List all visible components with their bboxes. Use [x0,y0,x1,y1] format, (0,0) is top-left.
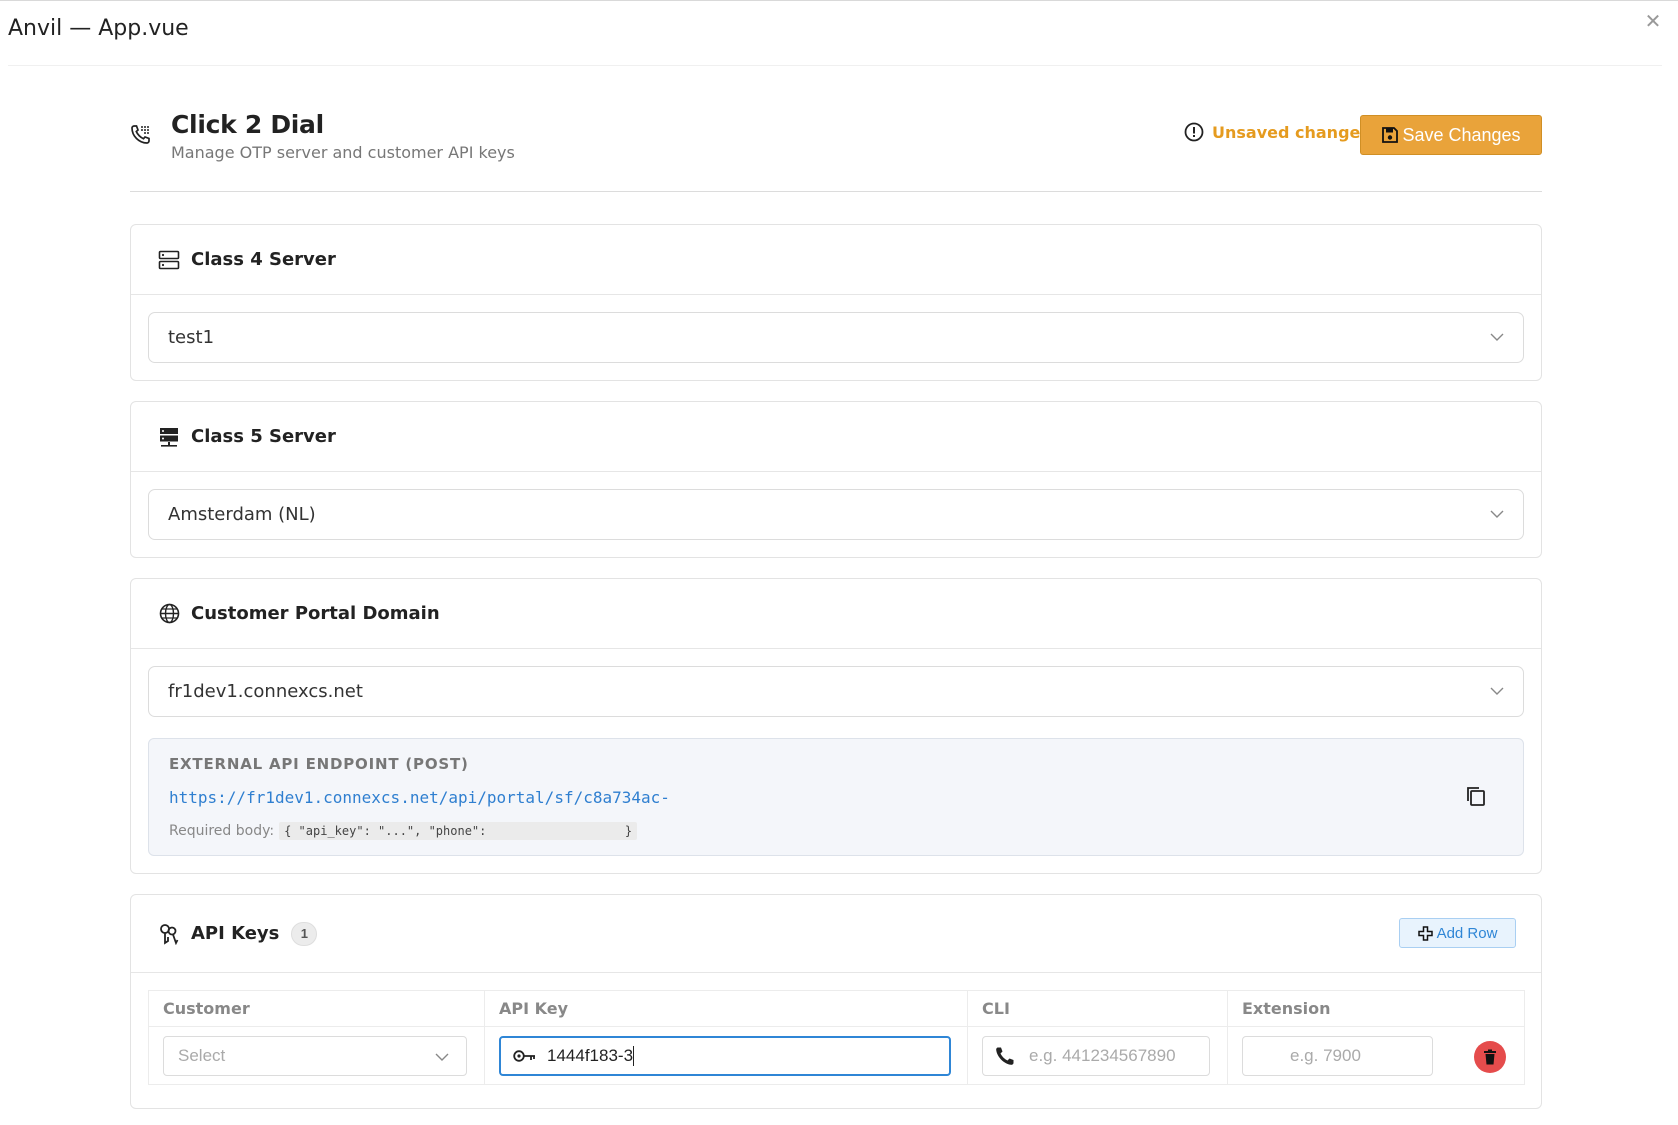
key-icon [513,1045,537,1067]
required-body-code: { "api_key": "...", "phone": } [279,822,638,840]
delete-row-button[interactable] [1474,1041,1506,1073]
title-divider [8,65,1662,66]
class4-server-card: Class 4 Server test1 [130,224,1542,381]
class5-server-label: Class 5 Server [191,426,336,447]
portal-domain-select[interactable]: fr1dev1.connexcs.net [148,666,1524,717]
globe-icon [158,603,180,625]
server-stack-icon [158,426,180,448]
column-header-extension: Extension [1227,990,1525,1027]
api-key-input[interactable]: 1444f183-3 [499,1035,951,1076]
alert-circle-icon [1184,122,1204,142]
class4-server-header: Class 4 Server [131,225,1541,295]
customer-portal-label: Customer Portal Domain [191,603,440,624]
save-changes-label: Save Changes [1402,124,1521,145]
text-cursor [633,1045,635,1066]
server-icon [158,249,180,271]
class5-server-select[interactable]: Amsterdam (NL) [148,489,1524,540]
customer-portal-header: Customer Portal Domain [131,579,1541,649]
column-header-customer: Customer [148,990,485,1027]
trash-icon [1484,1049,1496,1065]
class5-server-value: Amsterdam (NL) [168,504,316,525]
phone-keypad-icon [131,125,150,144]
floppy-disk-icon [1382,127,1399,143]
header-divider [130,191,1542,192]
api-keys-label: API Keys [191,923,280,944]
customer-portal-card: Customer Portal Domain fr1dev1.connexcs.… [130,578,1542,874]
chevron-down-icon [1490,333,1504,341]
table-row: Select 1444f183-3 e.g. 441234567890 e.g.… [148,1026,1525,1085]
api-keys-table: Customer API Key CLI Extension Select 14… [148,990,1525,1085]
plus-icon [1417,925,1433,941]
class5-server-header: Class 5 Server [131,402,1541,472]
customer-select[interactable]: Select [163,1035,467,1076]
class4-server-label: Class 4 Server [191,249,336,270]
api-keys-count-badge: 1 [291,921,318,946]
table-header-row: Customer API Key CLI Extension [148,990,1525,1027]
column-header-api-key: API Key [484,990,968,1027]
chevron-down-icon [1490,510,1504,518]
api-keys-header: API Keys 1 Add Row [131,895,1541,973]
class4-server-select[interactable]: test1 [148,312,1524,363]
add-row-button[interactable]: Add Row [1399,918,1516,948]
phone-icon [995,1045,1019,1067]
unsaved-changes-indicator: Unsaved changes [1184,120,1370,144]
window-title: Anvil — App.vue [8,16,189,41]
add-row-label: Add Row [1436,924,1498,942]
endpoint-url-link[interactable]: https://fr1dev1.connexcs.net/api/portal/… [169,788,670,807]
required-body-label: Required body: [169,823,275,839]
copy-icon[interactable] [1465,785,1487,807]
portal-domain-value: fr1dev1.connexcs.net [168,681,363,702]
class4-server-value: test1 [168,327,215,348]
extension-placeholder: e.g. 7900 [1290,1045,1361,1065]
page-title: Click 2 Dial [171,110,324,139]
cli-input[interactable]: e.g. 441234567890 [982,1035,1210,1076]
cli-placeholder: e.g. 441234567890 [1029,1045,1176,1065]
window-top-border [0,0,1678,1]
keys-icon [158,923,180,945]
api-endpoint-box: EXTERNAL API ENDPOINT (POST) https://fr1… [148,738,1524,856]
endpoint-label: EXTERNAL API ENDPOINT (POST) [169,755,469,773]
class5-server-card: Class 5 Server Amsterdam (NL) [130,401,1542,558]
page-subtitle: Manage OTP server and customer API keys [171,143,515,162]
column-header-cli: CLI [967,990,1228,1027]
chevron-down-icon [1490,687,1504,695]
save-changes-button[interactable]: Save Changes [1360,115,1542,155]
chevron-down-icon [435,1053,449,1061]
unsaved-changes-text: Unsaved changes [1212,122,1370,142]
page-header: Click 2 Dial Manage OTP server and custo… [130,105,1542,165]
customer-select-placeholder: Select [178,1045,226,1065]
close-icon[interactable]: ✕ [1643,12,1663,32]
api-key-value: 1444f183-3 [547,1045,634,1065]
extension-input[interactable]: e.g. 7900 [1242,1035,1433,1076]
required-body-row: Required body: { "api_key": "...", "phon… [169,822,638,840]
api-keys-card: API Keys 1 Add Row Customer API Key CLI … [130,894,1542,1109]
